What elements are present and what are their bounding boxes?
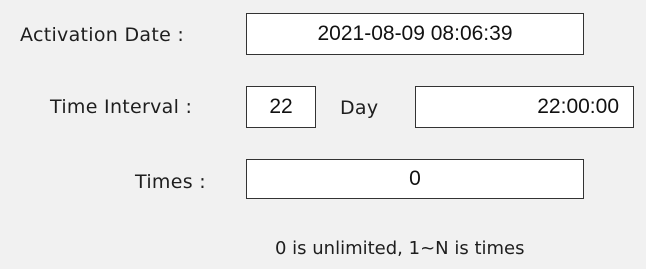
interval-days-field[interactable] xyxy=(246,86,316,128)
times-hint-text: 0 is unlimited, 1~N is times xyxy=(275,238,525,259)
interval-time-field[interactable] xyxy=(415,86,634,128)
activation-date-label: Activation Date : xyxy=(20,24,185,46)
times-field[interactable] xyxy=(246,159,584,199)
times-label: Times : xyxy=(135,171,206,193)
time-interval-label: Time Interval : xyxy=(50,96,193,118)
activation-date-field[interactable] xyxy=(246,13,584,55)
interval-unit-label: Day xyxy=(340,97,379,119)
